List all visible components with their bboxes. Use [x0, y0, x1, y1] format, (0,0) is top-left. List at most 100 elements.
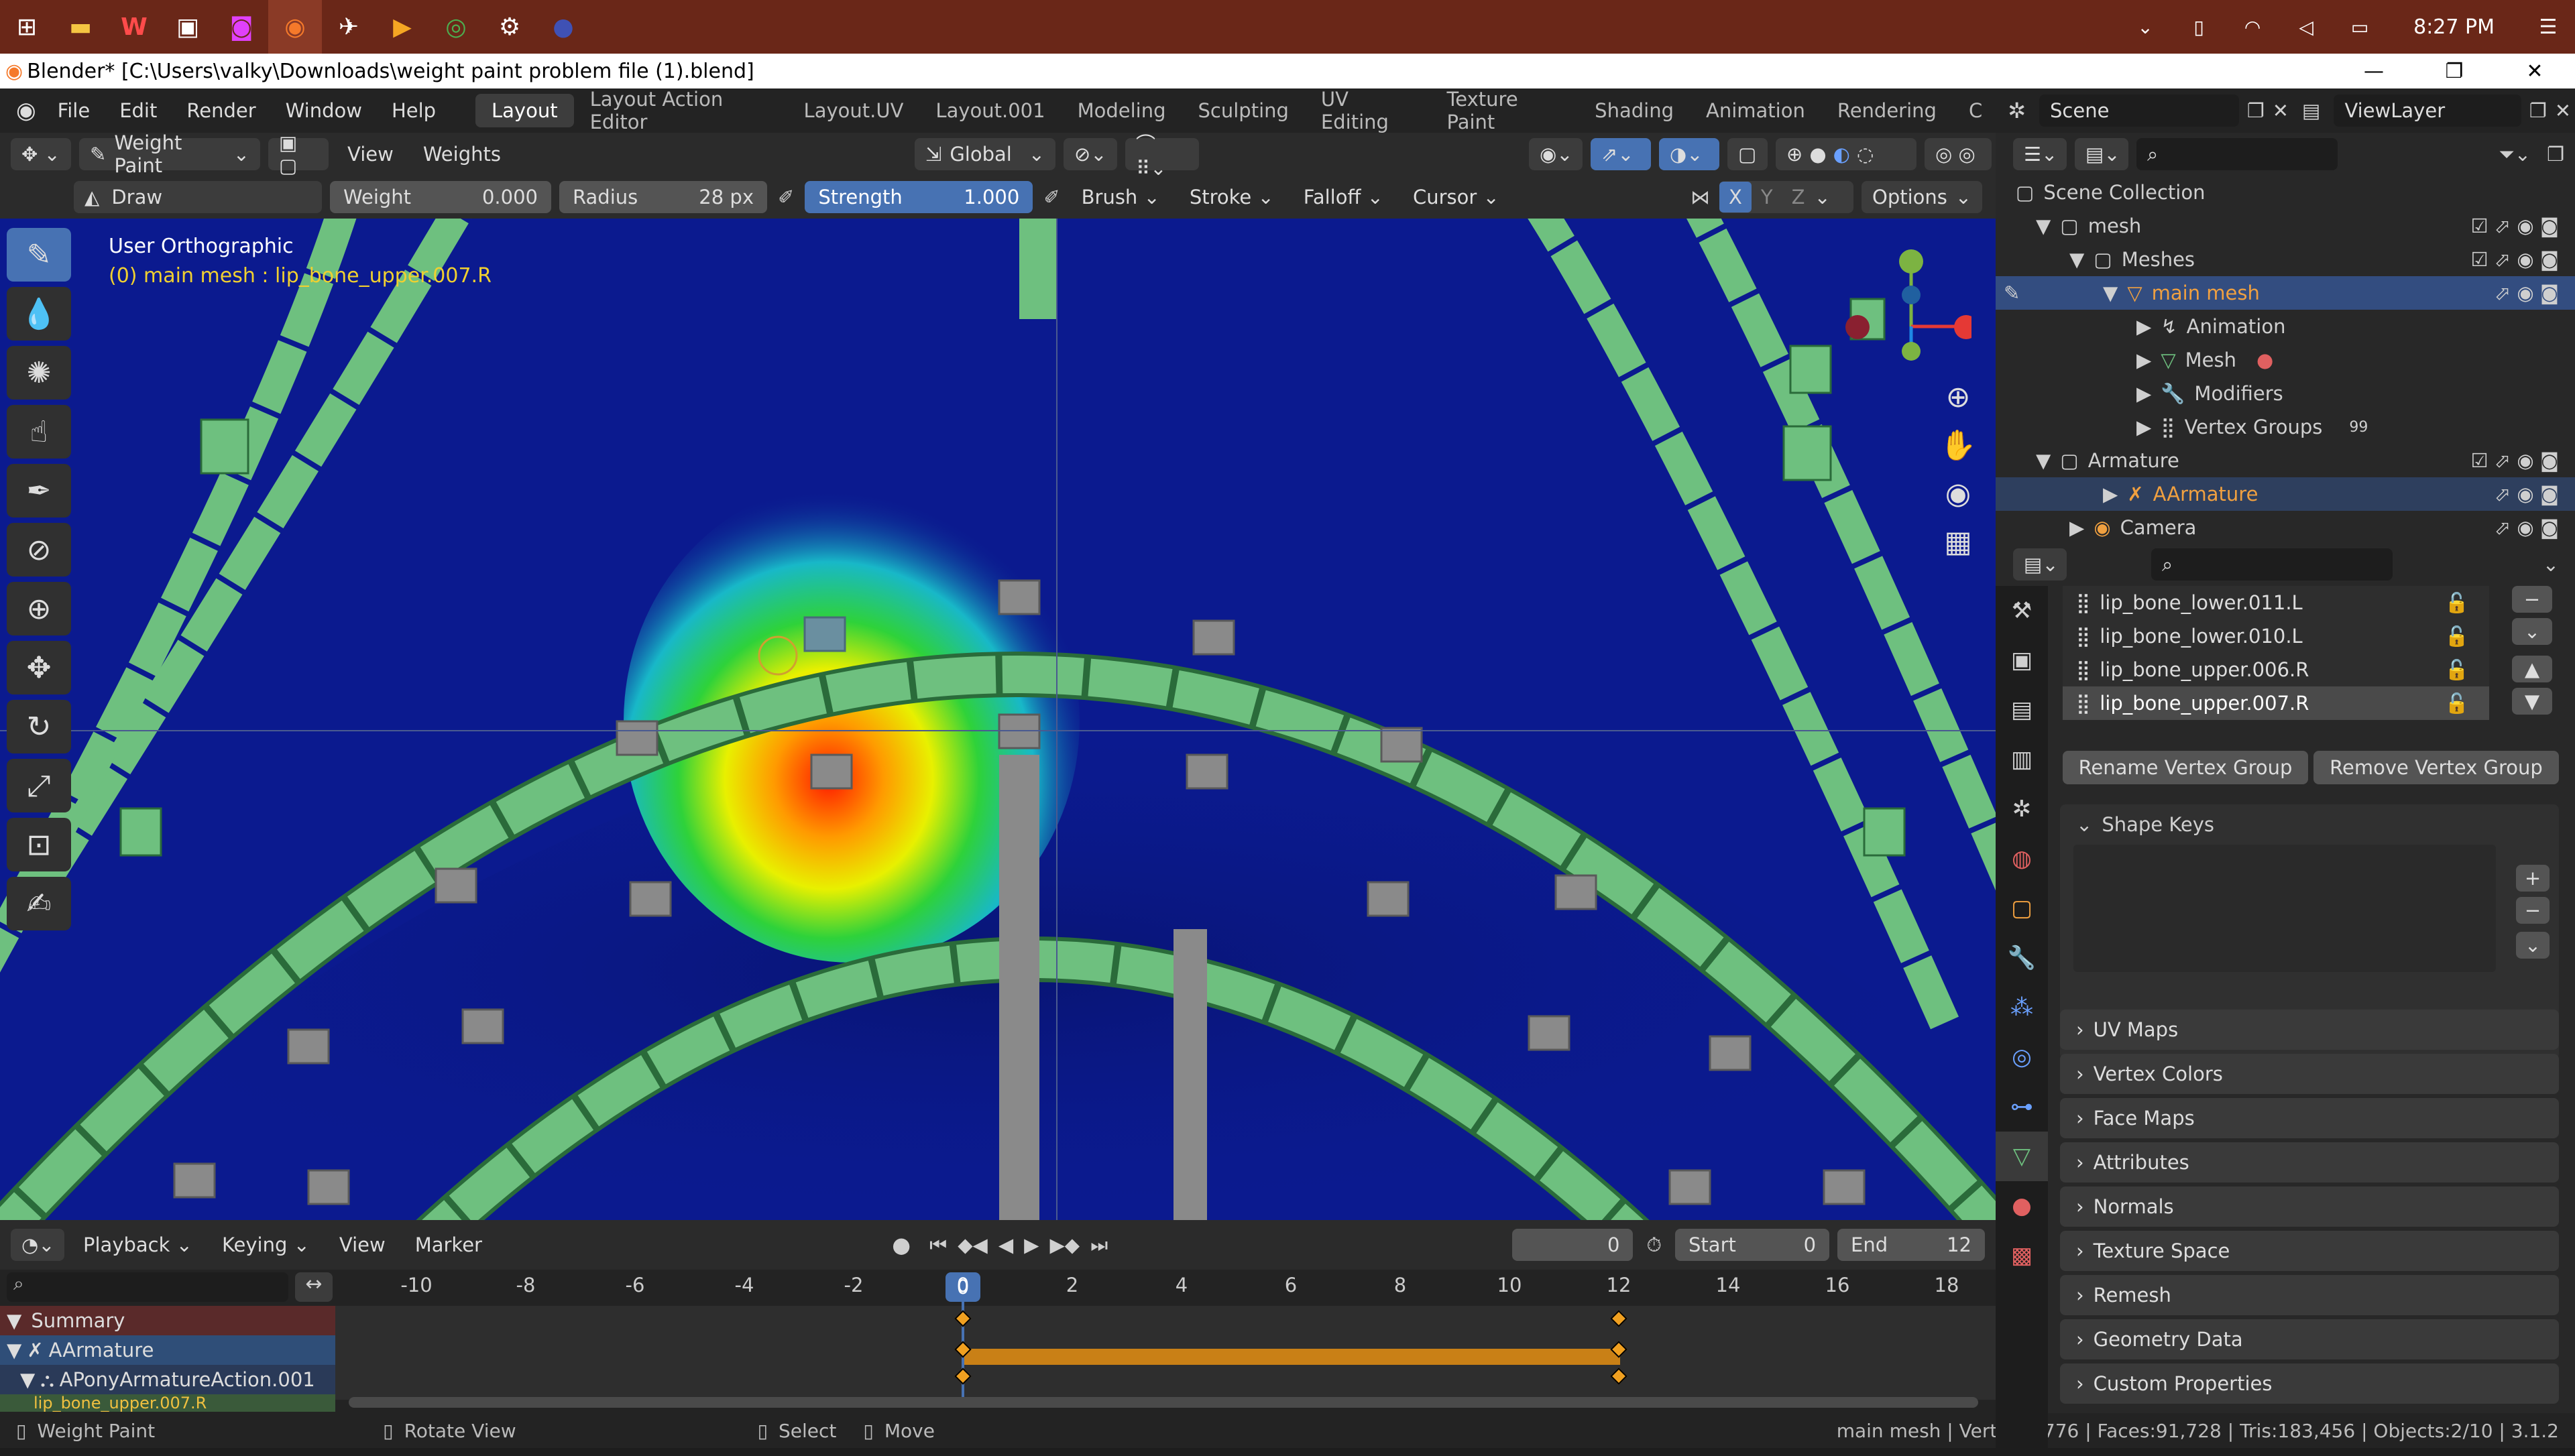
- pivot-dropdown[interactable]: ⊘⌄: [1064, 138, 1117, 170]
- zoom-icon[interactable]: ⊕: [1934, 373, 1982, 421]
- material-shading-icon[interactable]: ◐: [1833, 143, 1850, 166]
- properties-editor-type[interactable]: ▤⌄: [2013, 548, 2067, 581]
- tab-rendering[interactable]: Rendering: [1821, 94, 1953, 127]
- mode-dropdown[interactable]: ✎ Weight Paint ⌄: [79, 131, 260, 177]
- camera-view-icon[interactable]: ◉: [1934, 469, 1982, 518]
- material-tab-icon[interactable]: ●: [1996, 1181, 2048, 1231]
- overlay-toggle[interactable]: ◑⌄: [1659, 138, 1719, 170]
- photo-app-icon[interactable]: ◙: [215, 0, 268, 54]
- outliner-panel[interactable]: ☰⌄ ▤⌄ ⌕ ⏷⌄ ❐ ▢ Scene Collection ▼ ▢ mesh…: [1996, 133, 2575, 543]
- new-collection-icon[interactable]: ❐: [2547, 143, 2564, 166]
- menu-file[interactable]: File: [43, 99, 105, 122]
- average-tool-icon[interactable]: ✺: [7, 346, 71, 400]
- stopwatch-icon[interactable]: ⏱: [1646, 1233, 1662, 1257]
- media-player-icon[interactable]: ▶: [376, 0, 429, 54]
- playback-menu[interactable]: Playback ⌄: [68, 1233, 207, 1256]
- expand-icon[interactable]: ▶: [2136, 349, 2151, 371]
- menu-weights[interactable]: Weights: [408, 143, 516, 166]
- properties-search[interactable]: ⌕: [2151, 548, 2393, 581]
- next-keyframe-icon[interactable]: ▶◆: [1049, 1233, 1080, 1256]
- keying-menu[interactable]: Keying ⌄: [207, 1233, 325, 1256]
- expand-icon[interactable]: ▼: [2036, 449, 2051, 472]
- mirror-y-toggle[interactable]: Y: [1752, 182, 1782, 213]
- radius-pressure-icon[interactable]: ✐: [778, 186, 794, 208]
- jump-start-icon[interactable]: ⏮: [929, 1233, 947, 1257]
- menu-view[interactable]: View: [333, 143, 408, 166]
- outliner-row-camera[interactable]: ▶ ◉ Camera ⬀ ◉ ◙: [1996, 511, 2575, 544]
- remove-shape-key-button[interactable]: −: [2516, 897, 2550, 924]
- geometry-data-panel[interactable]: › Geometry Data: [2060, 1319, 2559, 1359]
- app-icon[interactable]: ●: [536, 0, 590, 54]
- weight-paint-mode-icon[interactable]: ✎: [2004, 282, 2020, 304]
- chevron-down-icon[interactable]: ⌄: [2543, 553, 2559, 576]
- add-vertex-group-button[interactable]: −: [2512, 586, 2552, 613]
- move-down-icon[interactable]: ▼: [2512, 688, 2552, 715]
- view-layer-selector[interactable]: ViewLayer: [2334, 95, 2521, 127]
- filter-icon[interactable]: ⏷⌄: [2499, 143, 2531, 166]
- outliner-editor-type[interactable]: ☰⌄: [2013, 138, 2067, 170]
- expand-icon[interactable]: ▼: [2036, 215, 2051, 237]
- expand-icon[interactable]: ▼: [20, 1368, 35, 1391]
- file-explorer-icon[interactable]: ▬: [54, 0, 107, 54]
- outliner-row-main-mesh[interactable]: ✎ ▼ ▽ main mesh ⬀ ◉ ◙: [1996, 276, 2575, 310]
- particles-tab-icon[interactable]: ⁂: [1996, 983, 2048, 1032]
- world-tab-icon[interactable]: ◍: [1996, 834, 2048, 884]
- navigation-gizmo[interactable]: [1837, 243, 1978, 377]
- channel-armature[interactable]: ▼ ✗ AArmature: [0, 1335, 335, 1365]
- scene-collection-row[interactable]: ▢ Scene Collection: [1996, 176, 2575, 209]
- maximize-icon[interactable]: ❐: [2414, 60, 2495, 83]
- settings-icon[interactable]: ⚙: [483, 0, 536, 54]
- editor-toggles[interactable]: ◎ ◎: [1925, 138, 1992, 170]
- blur-tool-icon[interactable]: 💧: [7, 287, 71, 341]
- record-icon[interactable]: ●: [892, 1232, 911, 1258]
- transform-orientation-dropdown[interactable]: ⇲ Global ⌄: [915, 138, 1055, 170]
- expand-icon[interactable]: ▶: [2103, 483, 2118, 505]
- vertex-group-list[interactable]: ⣿ lip_bone_lower.011.L 🔓 ⣿ lip_bone_lowe…: [2063, 586, 2489, 720]
- tool-tab-icon[interactable]: ⚒: [1996, 586, 2048, 635]
- sample-weight-icon[interactable]: ⊘: [7, 523, 71, 577]
- clock[interactable]: 8:27 PM: [2387, 15, 2521, 39]
- tab-layout[interactable]: Layout: [475, 94, 574, 127]
- wireframe-shading-icon[interactable]: ⊕: [1786, 143, 1802, 166]
- channel-bone-group[interactable]: lip_bone_upper.007.R: [0, 1394, 335, 1412]
- rotate-tool-icon[interactable]: ↻: [7, 700, 71, 753]
- remove-vertex-group-button[interactable]: Remove Vertex Group: [2313, 751, 2559, 784]
- mirror-z-toggle[interactable]: Z: [1782, 182, 1815, 213]
- visibility-toggles[interactable]: ☑ ⬀ ◉ ◙: [2471, 248, 2559, 271]
- expand-icon[interactable]: ▶: [2136, 315, 2151, 338]
- play-reverse-icon[interactable]: ◀: [998, 1233, 1013, 1256]
- app-icon[interactable]: ▣: [161, 0, 215, 54]
- tab-overflow[interactable]: C: [1953, 94, 1998, 127]
- smear-tool-icon[interactable]: ☝: [7, 405, 71, 459]
- menu-edit[interactable]: Edit: [105, 99, 172, 122]
- close-icon[interactable]: ✕: [2495, 60, 2575, 83]
- chevron-down-icon[interactable]: ⌄: [1814, 186, 1830, 208]
- outliner-row-aarmature[interactable]: ▶ ✗ AArmature ⬀ ◉ ◙: [1996, 477, 2575, 511]
- visibility-dropdown[interactable]: ◉⌄: [1529, 138, 1583, 170]
- outliner-row-armature-collection[interactable]: ▼ ▢ Armature ☑ ⬀ ◉ ◙: [1996, 444, 2575, 477]
- weight-field[interactable]: Weight 0.000: [330, 181, 551, 213]
- rename-vertex-group-button[interactable]: Rename Vertex Group: [2063, 751, 2308, 784]
- radius-field[interactable]: Radius 28 px: [559, 181, 767, 213]
- outliner-row-vertex-groups[interactable]: ▶ ⣿ Vertex Groups 99: [1996, 410, 2575, 444]
- editor-type-dropdown[interactable]: ✥ ⌄: [11, 138, 71, 170]
- vertex-group-item[interactable]: ⣿ lip_bone_upper.006.R 🔓: [2063, 653, 2489, 686]
- expand-icon[interactable]: ▼: [2103, 282, 2118, 304]
- timeline-view-menu[interactable]: View: [325, 1233, 400, 1256]
- snap-toggle[interactable]: ⌒ ⣿⌄: [1125, 133, 1199, 180]
- menu-help[interactable]: Help: [377, 99, 451, 122]
- visibility-toggles[interactable]: ⬀ ◉ ◙: [2495, 483, 2559, 505]
- blender-menu-icon[interactable]: ◉: [0, 97, 43, 124]
- expand-icon[interactable]: ▶: [2136, 382, 2151, 405]
- annotate-tool-icon[interactable]: ✍: [7, 877, 71, 930]
- new-view-layer-icon[interactable]: ❐: [2525, 99, 2551, 122]
- expand-icon[interactable]: ▼: [7, 1339, 21, 1361]
- lock-icon[interactable]: 🔓: [2445, 692, 2469, 715]
- stroke-menu[interactable]: Stroke ⌄: [1175, 186, 1289, 208]
- rendered-shading-icon[interactable]: ◌: [1857, 143, 1874, 166]
- outliner-search[interactable]: ⌕: [2136, 138, 2338, 170]
- 3d-viewport[interactable]: User Orthographic (0) main mesh : lip_bo…: [0, 219, 1996, 1220]
- shading-modes[interactable]: ⊕ ● ◐ ◌: [1776, 138, 1916, 170]
- brush-menu[interactable]: Brush ⌄: [1067, 186, 1175, 208]
- menu-window[interactable]: Window: [271, 99, 377, 122]
